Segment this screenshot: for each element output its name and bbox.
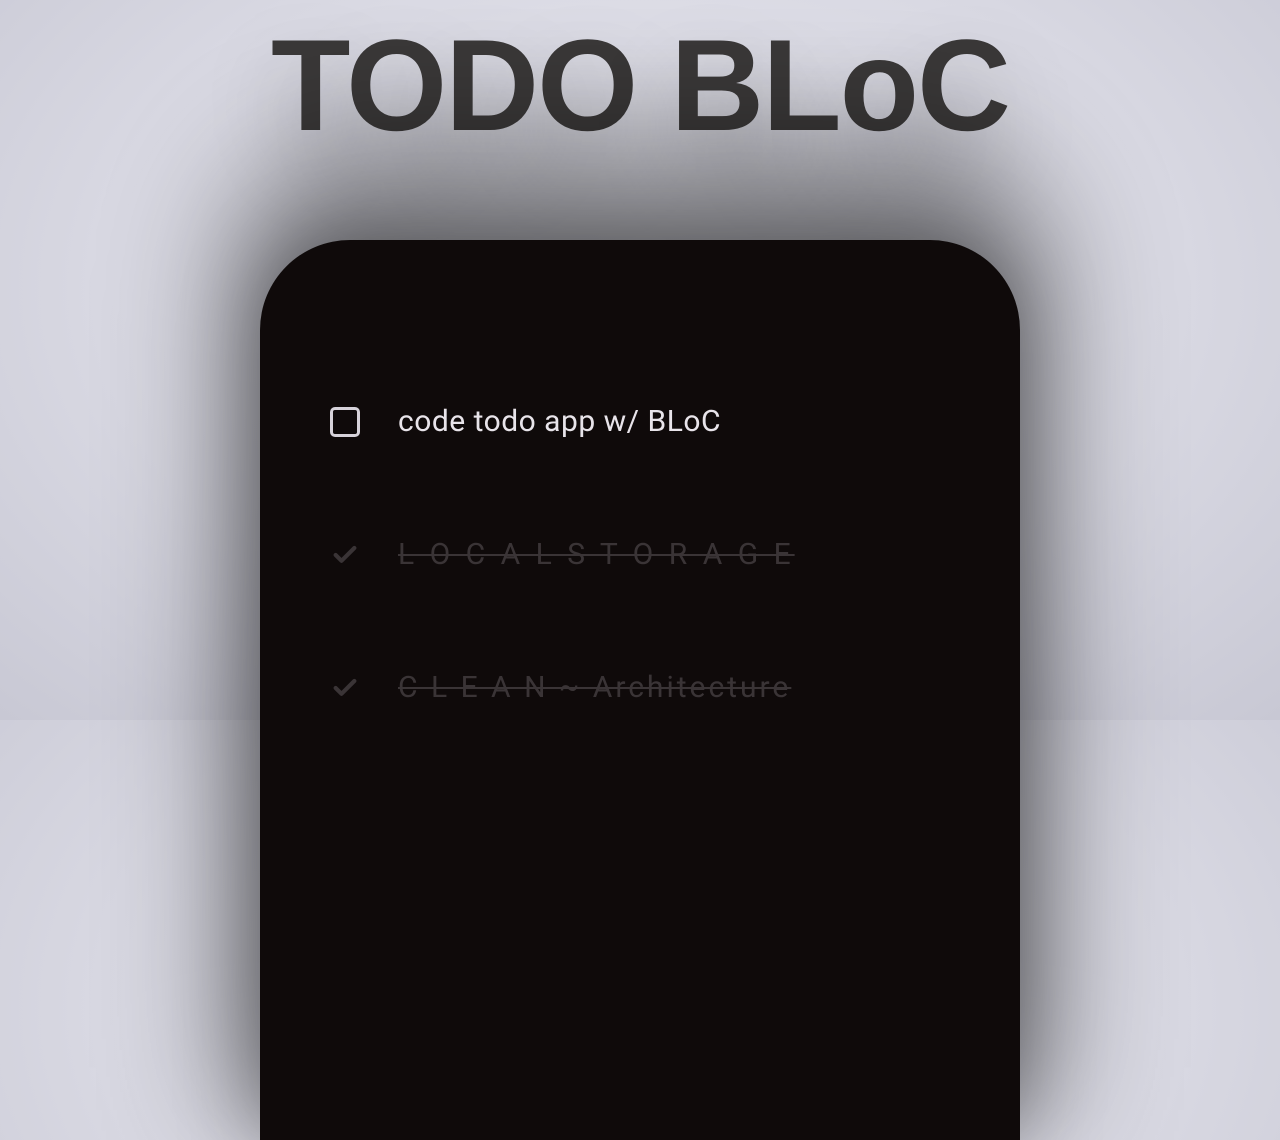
check-icon[interactable] xyxy=(330,673,360,703)
title-word-bloc: BLoC xyxy=(670,12,1009,158)
phone-frame: code todo app w/ BLoC L O C A L S T O R … xyxy=(260,240,1020,1140)
todo-label: L O C A L S T O R A G E xyxy=(398,537,795,572)
check-icon[interactable] xyxy=(330,540,360,570)
title-word-todo: TODO xyxy=(271,12,636,158)
todo-item[interactable]: C L E A N ~ Architecture xyxy=(320,646,960,729)
todo-item[interactable]: code todo app w/ BLoC xyxy=(320,380,960,463)
todo-item[interactable]: L O C A L S T O R A G E xyxy=(320,513,960,596)
todo-label: code todo app w/ BLoC xyxy=(398,404,721,439)
page-title: TODO BLoC xyxy=(0,0,1280,150)
todo-label: C L E A N ~ Architecture xyxy=(398,670,791,705)
checkbox-unchecked-icon[interactable] xyxy=(330,407,360,437)
